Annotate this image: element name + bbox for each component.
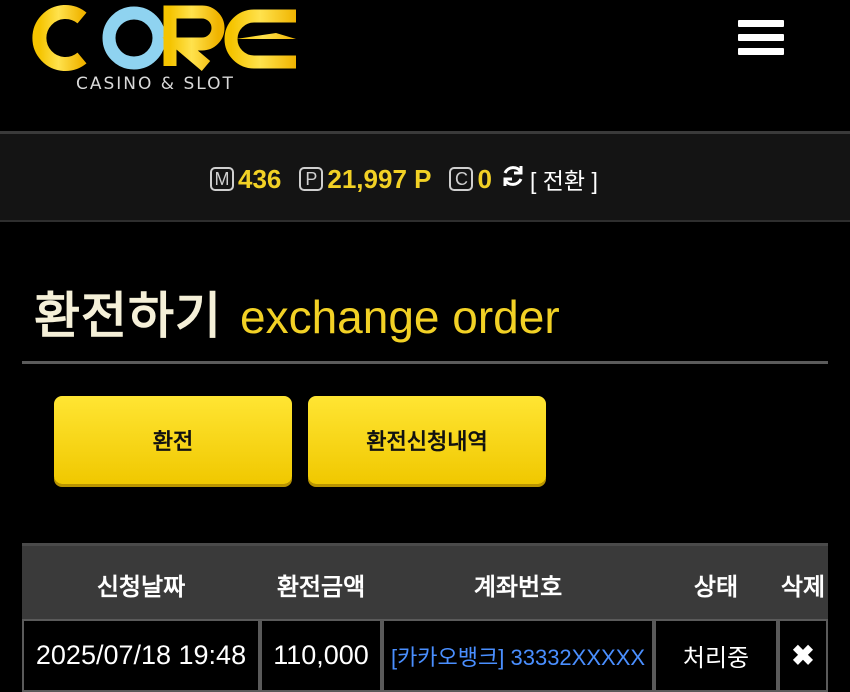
row-status: 처리중 <box>654 619 778 692</box>
row-account: [카카오뱅크] 33332XXXXX <box>382 619 654 692</box>
page-title: 환전하기 exchange order <box>34 276 560 348</box>
money-value: 436 <box>238 163 282 194</box>
coupon-badge-icon: C <box>449 167 474 191</box>
convert-link[interactable]: [ 전환 ] <box>530 162 598 196</box>
page-title-korean: 환전하기 <box>34 287 222 345</box>
site-header: CASINO & SLOT <box>0 0 850 131</box>
table-row: 2025/07/18 19:48 110,000 [카카오뱅크] 33332XX… <box>22 619 828 692</box>
page-title-english: exchange order <box>240 291 560 343</box>
column-status: 상태 <box>693 572 739 601</box>
point-value: 21,997 P <box>327 163 432 194</box>
logo-subtitle: CASINO & SLOT <box>76 74 235 94</box>
hamburger-menu-icon[interactable] <box>738 20 784 60</box>
close-icon[interactable]: ✖ <box>791 639 814 672</box>
exchange-history-button[interactable]: 환전신청내역 <box>308 396 546 484</box>
refresh-icon[interactable] <box>500 163 526 196</box>
column-amount: 환전금액 <box>276 572 366 601</box>
column-date: 신청날짜 <box>96 572 186 601</box>
column-delete: 삭제 <box>780 572 826 601</box>
row-amount: 110,000 <box>260 619 382 692</box>
table-header: 신청날짜 환전금액 계좌번호 상태 삭제 <box>22 543 828 619</box>
exchange-button[interactable]: 환전 <box>54 396 292 484</box>
row-delete-button[interactable]: ✖ <box>778 619 828 692</box>
balance-bar: M 436 P 21,997 P C 0 [ 전환 ] <box>0 134 850 222</box>
row-date: 2025/07/18 19:48 <box>22 619 260 692</box>
point-badge-icon: P <box>299 167 324 191</box>
column-account: 계좌번호 <box>473 572 563 601</box>
coupon-value: 0 <box>477 163 492 194</box>
money-badge-icon: M <box>210 167 234 191</box>
title-divider <box>22 361 828 364</box>
